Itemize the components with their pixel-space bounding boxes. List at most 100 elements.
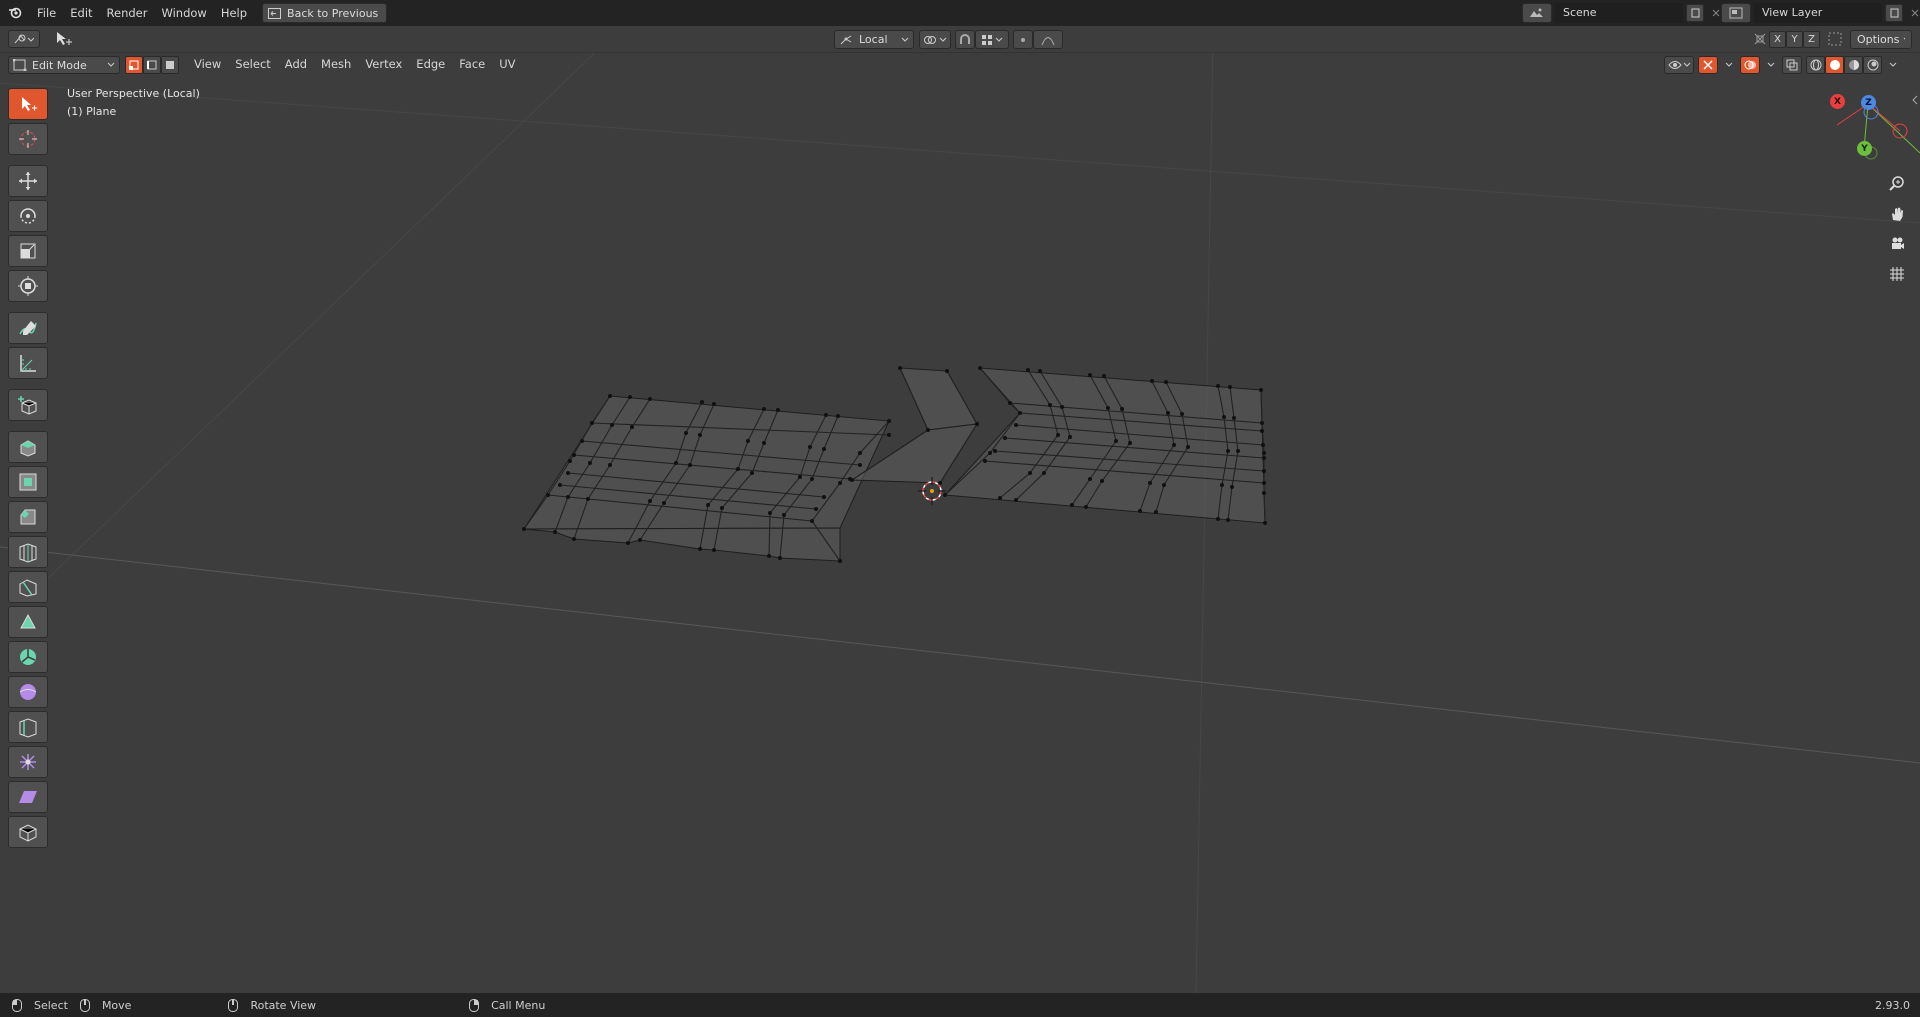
overlay-dropdown[interactable] xyxy=(1764,56,1778,74)
mesh-vertex[interactable] xyxy=(1220,483,1224,487)
mesh-vertex[interactable] xyxy=(993,449,997,453)
mesh-vertex[interactable] xyxy=(648,499,652,503)
mesh-vertex[interactable] xyxy=(750,471,754,475)
rendered-shading-icon[interactable] xyxy=(1863,56,1882,74)
poly-build-icon[interactable] xyxy=(8,606,48,638)
mesh-vertex[interactable] xyxy=(1263,521,1267,525)
mesh-vertex[interactable] xyxy=(586,497,590,501)
snap-toggle[interactable] xyxy=(955,30,975,49)
mesh-vertex[interactable] xyxy=(1186,445,1190,449)
mirror-z-toggle[interactable]: Z xyxy=(1803,31,1820,48)
mesh-vertex[interactable] xyxy=(1048,403,1052,407)
mesh-vertex[interactable] xyxy=(782,513,786,517)
mesh-vertex[interactable] xyxy=(1226,449,1230,453)
mesh-vertex[interactable] xyxy=(1232,416,1236,420)
mesh-vertex[interactable] xyxy=(700,400,704,404)
menu-select[interactable]: Select xyxy=(228,57,277,71)
mesh-vertex[interactable] xyxy=(698,547,702,551)
mesh-vertex[interactable] xyxy=(1114,439,1118,443)
view-layer-name-field[interactable]: View Layer xyxy=(1754,3,1882,23)
mesh-vertex[interactable] xyxy=(945,369,949,373)
mesh-vertex[interactable] xyxy=(1262,481,1266,485)
xray-toggle[interactable] xyxy=(1782,56,1802,74)
face-select-icon[interactable] xyxy=(161,56,179,74)
mesh-vertex[interactable] xyxy=(887,419,891,423)
shear-icon[interactable] xyxy=(8,781,48,813)
mesh-vertex[interactable] xyxy=(836,414,840,418)
solid-shading-icon[interactable] xyxy=(1825,56,1844,74)
auto-merge-icon[interactable] xyxy=(1827,31,1843,47)
mesh-vertex[interactable] xyxy=(1102,374,1106,378)
menu-mesh[interactable]: Mesh xyxy=(314,57,358,71)
mesh-vertex[interactable] xyxy=(706,503,710,507)
mesh-vertex[interactable] xyxy=(824,413,828,417)
camera-view-icon[interactable] xyxy=(1884,231,1910,257)
scale-icon[interactable] xyxy=(8,235,48,267)
mesh-vertex[interactable] xyxy=(858,451,862,455)
mesh-vertex[interactable] xyxy=(1038,369,1042,373)
mesh-vertex[interactable] xyxy=(1026,368,1030,372)
knife-icon[interactable] xyxy=(8,571,48,603)
smooth-icon[interactable] xyxy=(8,676,48,708)
mesh-vertex[interactable] xyxy=(638,538,642,542)
mesh-vertex[interactable] xyxy=(1003,436,1007,440)
navigation-gizmo[interactable] xyxy=(1836,103,1920,160)
mesh-vertex[interactable] xyxy=(838,559,842,563)
visibility-dropdown[interactable] xyxy=(1664,56,1694,74)
mesh-vertex[interactable] xyxy=(1128,441,1132,445)
gizmo-toggle[interactable] xyxy=(1698,56,1718,74)
active-tool-icon[interactable] xyxy=(54,30,74,48)
mesh-vertex[interactable] xyxy=(1260,429,1264,433)
gizmo-dropdown[interactable] xyxy=(1722,56,1736,74)
mesh-vertex[interactable] xyxy=(610,423,614,427)
menu-uv[interactable]: UV xyxy=(492,57,522,71)
mesh-vertex[interactable] xyxy=(630,425,634,429)
edge-slide-icon[interactable] xyxy=(8,711,48,743)
menu-face[interactable]: Face xyxy=(452,57,492,71)
blender-logo-icon[interactable] xyxy=(0,0,30,26)
mesh-vertex[interactable] xyxy=(1154,510,1158,514)
menu-window[interactable]: Window xyxy=(154,6,213,20)
mesh-vertex[interactable] xyxy=(546,493,550,497)
mesh-vertex[interactable] xyxy=(1084,505,1088,509)
mesh-vertex[interactable] xyxy=(580,439,584,443)
mesh-vertex[interactable] xyxy=(736,467,740,471)
scene-new-icon[interactable] xyxy=(1686,4,1704,22)
mesh-vertex[interactable] xyxy=(850,478,854,482)
mesh-vertex[interactable] xyxy=(1106,406,1110,410)
mesh-vertex[interactable] xyxy=(998,496,1002,500)
mesh-vertex[interactable] xyxy=(1228,385,1232,389)
mesh-vertex[interactable] xyxy=(1226,518,1230,522)
menu-vertex[interactable]: Vertex xyxy=(358,57,409,71)
menu-add[interactable]: Add xyxy=(278,57,314,71)
mesh-vertex[interactable] xyxy=(566,495,570,499)
proportional-edit-toggle[interactable] xyxy=(1013,30,1033,49)
mesh-vertex[interactable] xyxy=(1014,423,1018,427)
mesh-vertex[interactable] xyxy=(798,475,802,479)
mesh-vertex[interactable] xyxy=(684,431,688,435)
mesh-vertex[interactable] xyxy=(648,397,652,401)
menu-help[interactable]: Help xyxy=(214,6,254,20)
mesh-vertex[interactable] xyxy=(1216,517,1220,521)
pan-hand-icon[interactable] xyxy=(1884,201,1910,227)
mesh-vertex[interactable] xyxy=(1014,498,1018,502)
add-cube-icon[interactable] xyxy=(8,389,48,421)
mesh-vertex[interactable] xyxy=(662,501,666,505)
mesh-vertex[interactable] xyxy=(838,481,842,485)
vertex-select-icon[interactable] xyxy=(125,56,143,74)
rotate-icon[interactable] xyxy=(8,200,48,232)
mesh-vertex[interactable] xyxy=(566,471,570,475)
mesh-vertex[interactable] xyxy=(712,402,716,406)
mesh-vertex[interactable] xyxy=(1259,388,1263,392)
mesh-vertex[interactable] xyxy=(1150,379,1154,383)
mesh-vertex[interactable] xyxy=(608,394,612,398)
mesh-vertex[interactable] xyxy=(926,428,930,432)
mesh-vertex[interactable] xyxy=(814,507,818,511)
gizmo-x-icon[interactable]: X xyxy=(1830,94,1845,109)
mode-dropdown[interactable]: Edit Mode xyxy=(8,56,120,74)
measure-icon[interactable] xyxy=(8,347,48,379)
mirror-y-toggle[interactable]: Y xyxy=(1786,31,1803,48)
mesh-vertex[interactable] xyxy=(553,530,557,534)
gizmo-z-icon[interactable]: Z xyxy=(1861,95,1876,110)
extrude-icon[interactable] xyxy=(8,431,48,463)
